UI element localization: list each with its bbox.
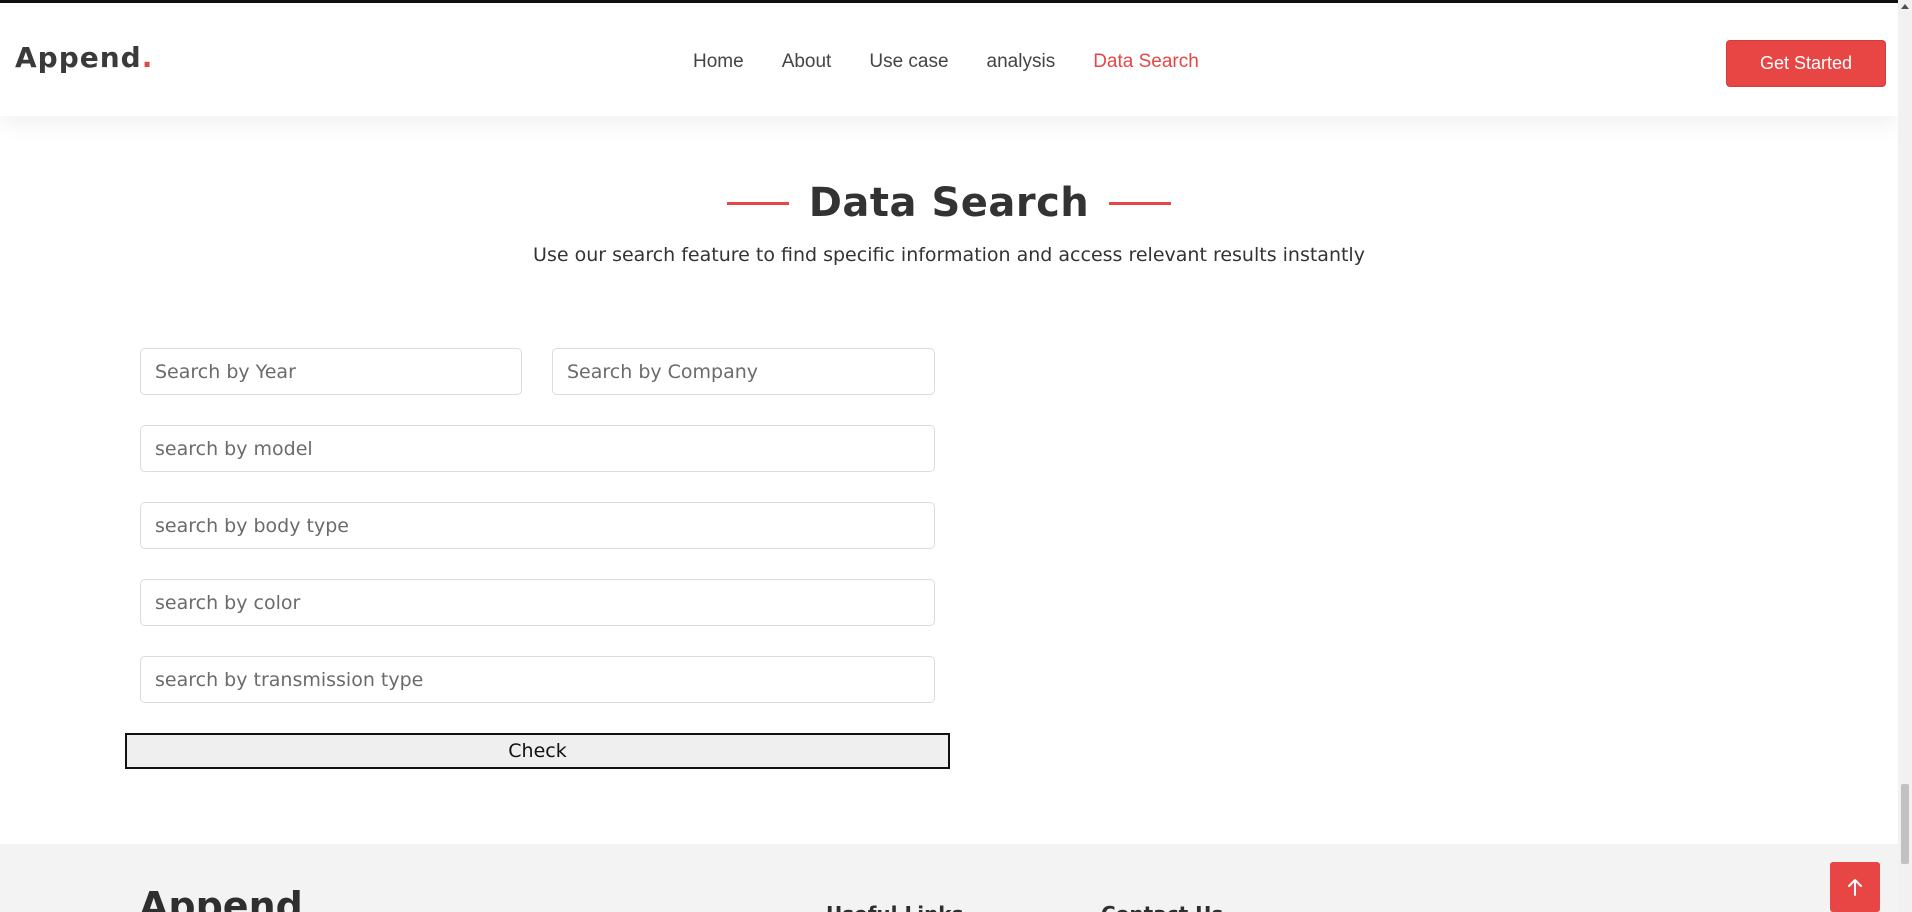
nav-home[interactable]: Home [693,51,744,73]
body-type-search-input[interactable] [140,502,935,549]
year-search-input[interactable] [140,348,522,395]
back-to-top-button[interactable] [1830,862,1880,912]
arrow-up-icon [1848,879,1862,896]
title-line-left [726,201,789,205]
footer-logo[interactable]: Append [139,884,303,912]
footer-contact-heading: Contact Us [1101,902,1223,912]
color-search-input[interactable] [140,579,935,626]
transmission-search-input[interactable] [140,656,935,703]
site-header: Append. Home About Use case analysis Dat… [0,3,1898,116]
nav-data-search[interactable]: Data Search [1093,51,1199,73]
section-heading: Data Search [0,180,1898,226]
site-footer: Append Useful Links Contact Us [0,844,1898,912]
footer-useful-links-heading: Useful Links [826,902,964,912]
site-logo[interactable]: Append. [15,41,153,74]
check-button[interactable]: Check [125,733,950,769]
company-search-input[interactable] [552,348,935,395]
page-subtitle: Use our search feature to find specific … [533,244,1365,266]
scrollbar[interactable] [1898,0,1912,912]
page-title: Data Search [808,180,1090,226]
nav-use-case[interactable]: Use case [869,51,948,73]
logo-text: Append [15,41,142,74]
scroll-up-arrow-icon[interactable] [1901,4,1909,9]
nav-about[interactable]: About [782,51,832,73]
main-nav: Home About Use case analysis Data Search [693,51,1199,73]
title-line-right [1109,201,1172,205]
scrollbar-thumb[interactable] [1901,784,1909,864]
nav-analysis[interactable]: analysis [987,51,1056,73]
get-started-button[interactable]: Get Started [1726,40,1886,87]
logo-dot: . [141,41,154,74]
model-search-input[interactable] [140,425,935,472]
